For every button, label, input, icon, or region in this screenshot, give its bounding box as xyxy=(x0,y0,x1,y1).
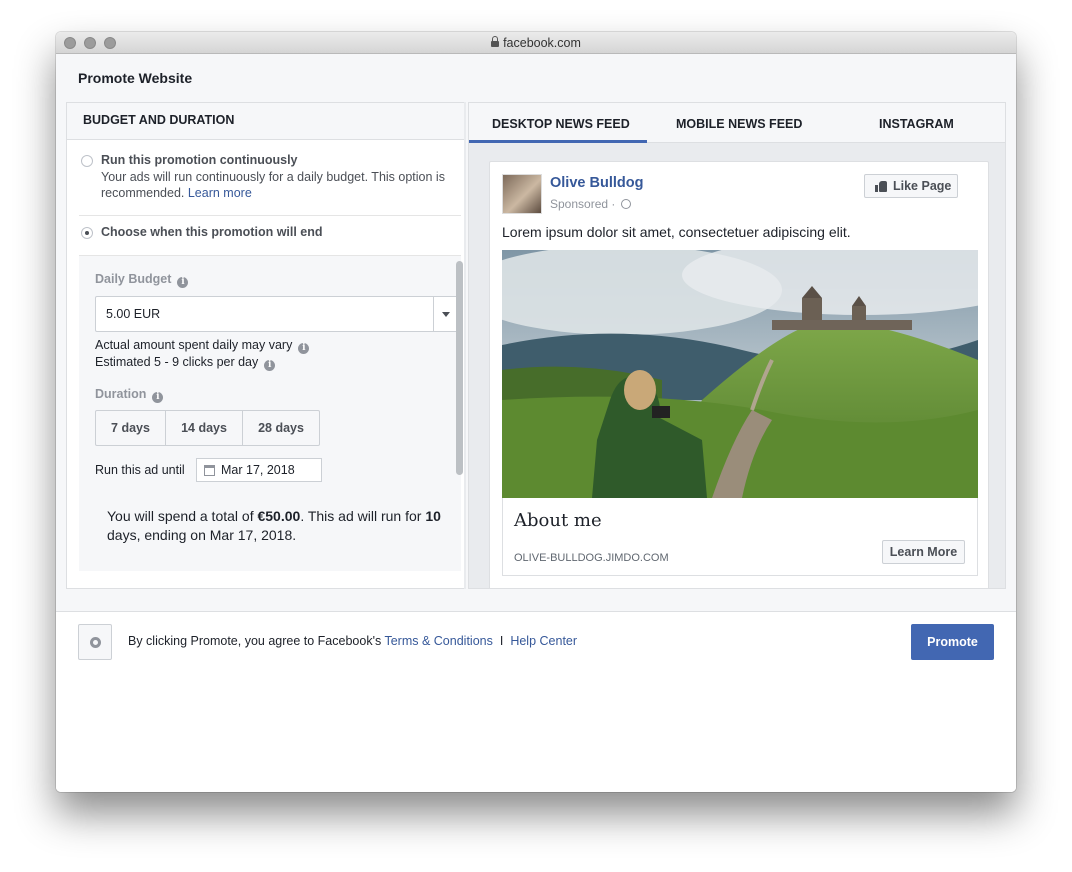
learn-more-button[interactable]: Learn More xyxy=(882,540,965,564)
preview-tabs: DESKTOP NEWS FEED MOBILE NEWS FEED INSTA… xyxy=(469,103,1005,143)
daily-budget-label: Daily Budget i xyxy=(95,272,189,288)
budget-note-clicks: Estimated 5 - 9 clicks per day i xyxy=(95,355,276,371)
run-until-label: Run this ad until xyxy=(95,463,185,477)
post-image[interactable] xyxy=(502,250,978,498)
terms-text: By clicking Promote, you agree to Facebo… xyxy=(128,634,577,648)
run-until-date-input[interactable]: Mar 17, 2018 xyxy=(196,458,322,482)
ad-post-preview: Olive Bulldog Sponsored · Like Page Lore… xyxy=(489,161,989,588)
address-bar[interactable]: facebook.com xyxy=(56,36,1016,50)
link-domain: OLIVE-BULLDOG.JIMDO.COM xyxy=(514,552,669,564)
option-continuous-desc-text: Your ads will run continuously for a dai… xyxy=(101,170,445,200)
settings-button[interactable] xyxy=(78,624,112,660)
daily-budget-select[interactable]: 5.00 EUR xyxy=(95,296,460,332)
option-run-continuously[interactable]: Run this promotion continuously Your ads… xyxy=(81,153,461,201)
option-choose-end[interactable]: Choose when this promotion will end xyxy=(81,225,461,239)
dialog-title: Promote Website xyxy=(78,70,193,86)
browser-titlebar: facebook.com xyxy=(56,32,1016,54)
link-title: About me xyxy=(514,510,602,531)
post-text: Lorem ipsum dolor sit amet, consectetuer… xyxy=(502,224,851,240)
page-name[interactable]: Olive Bulldog xyxy=(550,175,643,191)
budget-note-vary: Actual amount spent daily may vary i xyxy=(95,338,310,354)
radio-continuous[interactable] xyxy=(81,155,93,167)
spend-summary: You will spend a total of €50.00. This a… xyxy=(107,507,447,545)
radio-choose-end[interactable] xyxy=(81,227,93,239)
page-content: Promote Website BUDGET AND DURATION Run … xyxy=(56,54,1016,792)
budget-note-vary-text: Actual amount spent daily may vary xyxy=(95,338,293,352)
duration-button-group: 7 days 14 days 28 days xyxy=(95,410,320,446)
landscape-photo xyxy=(502,250,978,498)
duration-label: Duration i xyxy=(95,387,164,403)
left-panel-scrollbar[interactable] xyxy=(456,261,463,475)
promote-button[interactable]: Promote xyxy=(911,624,994,660)
duration-28-days-button[interactable]: 28 days xyxy=(243,411,319,445)
info-icon[interactable]: i xyxy=(264,360,276,371)
duration-7-days-button[interactable]: 7 days xyxy=(96,411,166,445)
duration-14-days-button[interactable]: 14 days xyxy=(166,411,243,445)
option-end-title: Choose when this promotion will end xyxy=(101,225,323,239)
sponsored-text: Sponsored · xyxy=(550,197,616,211)
help-center-link[interactable]: Help Center xyxy=(510,634,577,648)
run-until-date-value: Mar 17, 2018 xyxy=(221,463,295,477)
tab-desktop-news-feed[interactable]: DESKTOP NEWS FEED xyxy=(492,117,630,131)
budget-note-clicks-text: Estimated 5 - 9 clicks per day xyxy=(95,355,259,369)
lock-icon xyxy=(491,36,500,47)
url-text: facebook.com xyxy=(503,36,581,50)
link-separator: I xyxy=(499,634,504,648)
option-continuous-desc: Your ads will run continuously for a dai… xyxy=(101,169,461,201)
option-continuous-title: Run this promotion continuously xyxy=(101,153,298,167)
link-preview[interactable]: About me OLIVE-BULLDOG.JIMDO.COM Learn M… xyxy=(502,498,978,576)
summary-text-1: You will spend a total of xyxy=(107,508,258,524)
summary-total: €50.00 xyxy=(257,508,301,524)
active-tab-indicator xyxy=(469,140,647,143)
info-icon[interactable]: i xyxy=(177,277,189,288)
budget-settings: Daily Budget i 5.00 EUR Actual amount spe… xyxy=(79,255,461,571)
sponsored-label: Sponsored · xyxy=(550,197,631,211)
avatar[interactable] xyxy=(502,174,542,214)
daily-budget-label-text: Daily Budget xyxy=(95,272,172,286)
info-icon[interactable]: i xyxy=(152,392,164,403)
duration-label-text: Duration xyxy=(95,387,147,401)
daily-budget-value: 5.00 EUR xyxy=(106,307,161,321)
tab-instagram[interactable]: INSTAGRAM xyxy=(879,117,954,131)
gear-icon xyxy=(90,637,101,648)
like-page-label: Like Page xyxy=(893,179,952,193)
promote-dialog: Promote Website BUDGET AND DURATION Run … xyxy=(56,54,1016,611)
summary-days: 10 xyxy=(425,508,441,524)
panel-divider xyxy=(464,102,466,589)
tab-mobile-news-feed[interactable]: MOBILE NEWS FEED xyxy=(676,117,802,131)
budget-panel: BUDGET AND DURATION Run this promotion c… xyxy=(66,102,466,589)
terms-conditions-link[interactable]: Terms & Conditions xyxy=(384,634,492,648)
info-icon[interactable]: i xyxy=(298,343,310,354)
ad-preview-panel: DESKTOP NEWS FEED MOBILE NEWS FEED INSTA… xyxy=(468,102,1006,589)
like-page-button[interactable]: Like Page xyxy=(864,174,958,198)
calendar-icon xyxy=(204,465,215,476)
browser-window: facebook.com Promote Website BUDGET AND … xyxy=(56,32,1016,792)
budget-panel-header: BUDGET AND DURATION xyxy=(67,103,465,140)
option-separator xyxy=(79,215,461,216)
summary-text-3: days, ending on Mar 17, 2018. xyxy=(107,527,297,543)
summary-text-2: . This ad will run for xyxy=(300,508,426,524)
learn-more-link[interactable]: Learn more xyxy=(188,186,252,200)
dialog-footer: By clicking Promote, you agree to Facebo… xyxy=(56,611,1016,792)
thumbs-up-icon xyxy=(875,181,887,192)
agree-text: By clicking Promote, you agree to Facebo… xyxy=(128,634,382,648)
globe-icon xyxy=(620,199,631,209)
